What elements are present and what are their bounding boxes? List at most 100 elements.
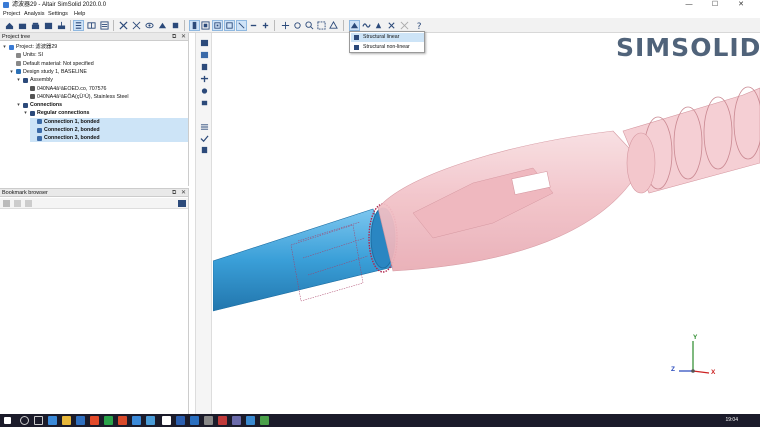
app-tool3-icon[interactable] bbox=[204, 416, 213, 425]
menu-item-structural-linear[interactable]: Structural linear bbox=[351, 33, 424, 42]
tree-item[interactable]: Connection 1, bonded bbox=[30, 117, 188, 126]
float-icon[interactable]: ⧉ bbox=[172, 33, 176, 41]
bookmark-add-icon[interactable] bbox=[3, 200, 10, 207]
menu-analysis[interactable]: Analysis bbox=[24, 10, 44, 18]
tree-item[interactable]: ▾ Regular connections bbox=[23, 109, 89, 117]
hide-icon[interactable] bbox=[248, 20, 259, 31]
model-viewport[interactable]: SIMSOLID Y X Z bbox=[213, 33, 760, 414]
app-blue-icon[interactable] bbox=[132, 416, 141, 425]
pan-icon[interactable] bbox=[280, 20, 291, 31]
bookmark-delete-icon[interactable] bbox=[14, 200, 21, 207]
tree-item[interactable]: ▾ Project: 滤波器29 bbox=[2, 43, 57, 51]
panel-close-icon[interactable]: ✕ bbox=[181, 33, 186, 41]
app-tool5-icon[interactable] bbox=[232, 416, 241, 425]
tree-item[interactable]: ▾ Assembly bbox=[16, 76, 53, 84]
tree-view-icon[interactable] bbox=[73, 20, 84, 31]
app-tool7-icon[interactable] bbox=[260, 416, 269, 425]
float-icon[interactable]: ⧉ bbox=[172, 189, 176, 197]
minimize-button[interactable]: — bbox=[678, 0, 700, 10]
report-icon[interactable] bbox=[199, 145, 210, 154]
tree-item[interactable]: Default material: Not specified bbox=[9, 60, 94, 68]
tree-item[interactable]: Units: SI bbox=[9, 51, 43, 59]
select-all-icon[interactable] bbox=[200, 20, 211, 31]
expand-icon[interactable]: ▾ bbox=[2, 43, 7, 51]
rotate-icon[interactable] bbox=[292, 20, 303, 31]
tree-item-label: 040NA4â¹âEÖA(çÜ¹Ú), Stainless Steel bbox=[37, 93, 129, 100]
tree-item[interactable]: ▾ Connections bbox=[16, 101, 62, 109]
connections-icon[interactable] bbox=[99, 20, 110, 31]
app-white-icon[interactable] bbox=[162, 416, 171, 425]
part-icon bbox=[30, 94, 35, 100]
menu-item-structural-nonlinear[interactable]: Structural non-linear bbox=[351, 43, 424, 52]
menu-bar: Project Analysis Settings Help bbox=[0, 10, 760, 18]
section-icon[interactable] bbox=[118, 20, 129, 31]
start-icon[interactable] bbox=[4, 417, 11, 424]
app-edge-icon[interactable] bbox=[48, 416, 57, 425]
select-box-icon[interactable] bbox=[212, 20, 223, 31]
zoom-icon[interactable] bbox=[304, 20, 315, 31]
expand-icon[interactable]: ▾ bbox=[23, 109, 28, 117]
search-icon[interactable] bbox=[20, 416, 29, 425]
panel-close-icon[interactable]: ✕ bbox=[181, 189, 186, 197]
select-edge-icon[interactable] bbox=[236, 20, 247, 31]
app-ppt-icon[interactable] bbox=[90, 416, 99, 425]
rigid-icon[interactable] bbox=[199, 98, 210, 107]
save-as-icon[interactable] bbox=[43, 20, 54, 31]
select-face-icon[interactable] bbox=[224, 20, 235, 31]
menu-settings[interactable]: Settings bbox=[48, 10, 68, 18]
view-icon[interactable] bbox=[328, 20, 339, 31]
expand-icon[interactable]: ▾ bbox=[9, 68, 14, 76]
weld-icon[interactable] bbox=[199, 74, 210, 83]
modal-icon[interactable] bbox=[361, 20, 372, 31]
connection-tool-icon[interactable] bbox=[199, 50, 210, 59]
options-icon[interactable] bbox=[399, 20, 410, 31]
expand-icon[interactable]: ▾ bbox=[16, 101, 21, 109]
import-icon[interactable] bbox=[56, 20, 67, 31]
help-icon[interactable]: ? bbox=[414, 20, 425, 31]
save-icon[interactable] bbox=[30, 20, 41, 31]
color-icon[interactable] bbox=[170, 20, 181, 31]
app-tool4-icon[interactable] bbox=[218, 416, 227, 425]
tree-item[interactable]: Connection 3, bonded bbox=[30, 134, 188, 143]
fit-icon[interactable] bbox=[316, 20, 327, 31]
app-word-icon[interactable] bbox=[76, 416, 85, 425]
analysis-icon[interactable] bbox=[349, 20, 360, 31]
app-tool6-icon[interactable] bbox=[246, 416, 255, 425]
tree-item-label: Default material: Not specified bbox=[23, 60, 94, 67]
thermal-icon[interactable] bbox=[373, 20, 384, 31]
spot-weld-icon[interactable] bbox=[199, 86, 210, 95]
close-button[interactable]: ✕ bbox=[730, 0, 752, 10]
model-geometry[interactable] bbox=[213, 33, 760, 414]
materials-icon[interactable] bbox=[157, 20, 168, 31]
app-red-icon[interactable] bbox=[118, 416, 127, 425]
open-project-icon[interactable] bbox=[17, 20, 28, 31]
menu-project[interactable]: Project bbox=[3, 10, 20, 18]
check-icon[interactable] bbox=[199, 134, 210, 143]
app-tool1-icon[interactable] bbox=[176, 416, 185, 425]
bolt-icon[interactable] bbox=[199, 62, 210, 71]
app-explorer-icon[interactable] bbox=[62, 416, 71, 425]
menu-item-label: Structural non-linear bbox=[363, 44, 410, 50]
bookmark-list-icon[interactable] bbox=[25, 200, 32, 207]
tree-item[interactable]: 040NA4â¹âEOED.co, 707576 bbox=[23, 85, 107, 93]
menu-help[interactable]: Help bbox=[74, 10, 85, 18]
camera-icon[interactable] bbox=[178, 200, 186, 207]
app-simsolid-icon[interactable] bbox=[146, 416, 155, 425]
measure-tool-icon[interactable] bbox=[199, 38, 210, 47]
tree-item[interactable]: Connection 2, bonded bbox=[30, 126, 188, 134]
fatigue-icon[interactable] bbox=[386, 20, 397, 31]
app-wechat-icon[interactable] bbox=[104, 416, 113, 425]
visibility-icon[interactable] bbox=[144, 20, 155, 31]
tree-item[interactable]: 040NA4â¹âEÖA(çÜ¹Ú), Stainless Steel bbox=[23, 93, 129, 101]
app-tool2-icon[interactable] bbox=[190, 416, 199, 425]
tree-item[interactable]: ▾ Design study 1, BASELINE bbox=[9, 68, 87, 76]
expand-icon[interactable]: ▾ bbox=[16, 76, 21, 84]
split-icon[interactable] bbox=[86, 20, 97, 31]
measure-icon[interactable] bbox=[131, 20, 142, 31]
task-view-icon[interactable] bbox=[34, 416, 43, 425]
select-icon[interactable] bbox=[189, 20, 200, 31]
grid-icon[interactable] bbox=[199, 122, 210, 131]
new-project-icon[interactable] bbox=[4, 20, 15, 31]
show-icon[interactable] bbox=[260, 20, 271, 31]
maximize-button[interactable]: ☐ bbox=[704, 0, 726, 10]
